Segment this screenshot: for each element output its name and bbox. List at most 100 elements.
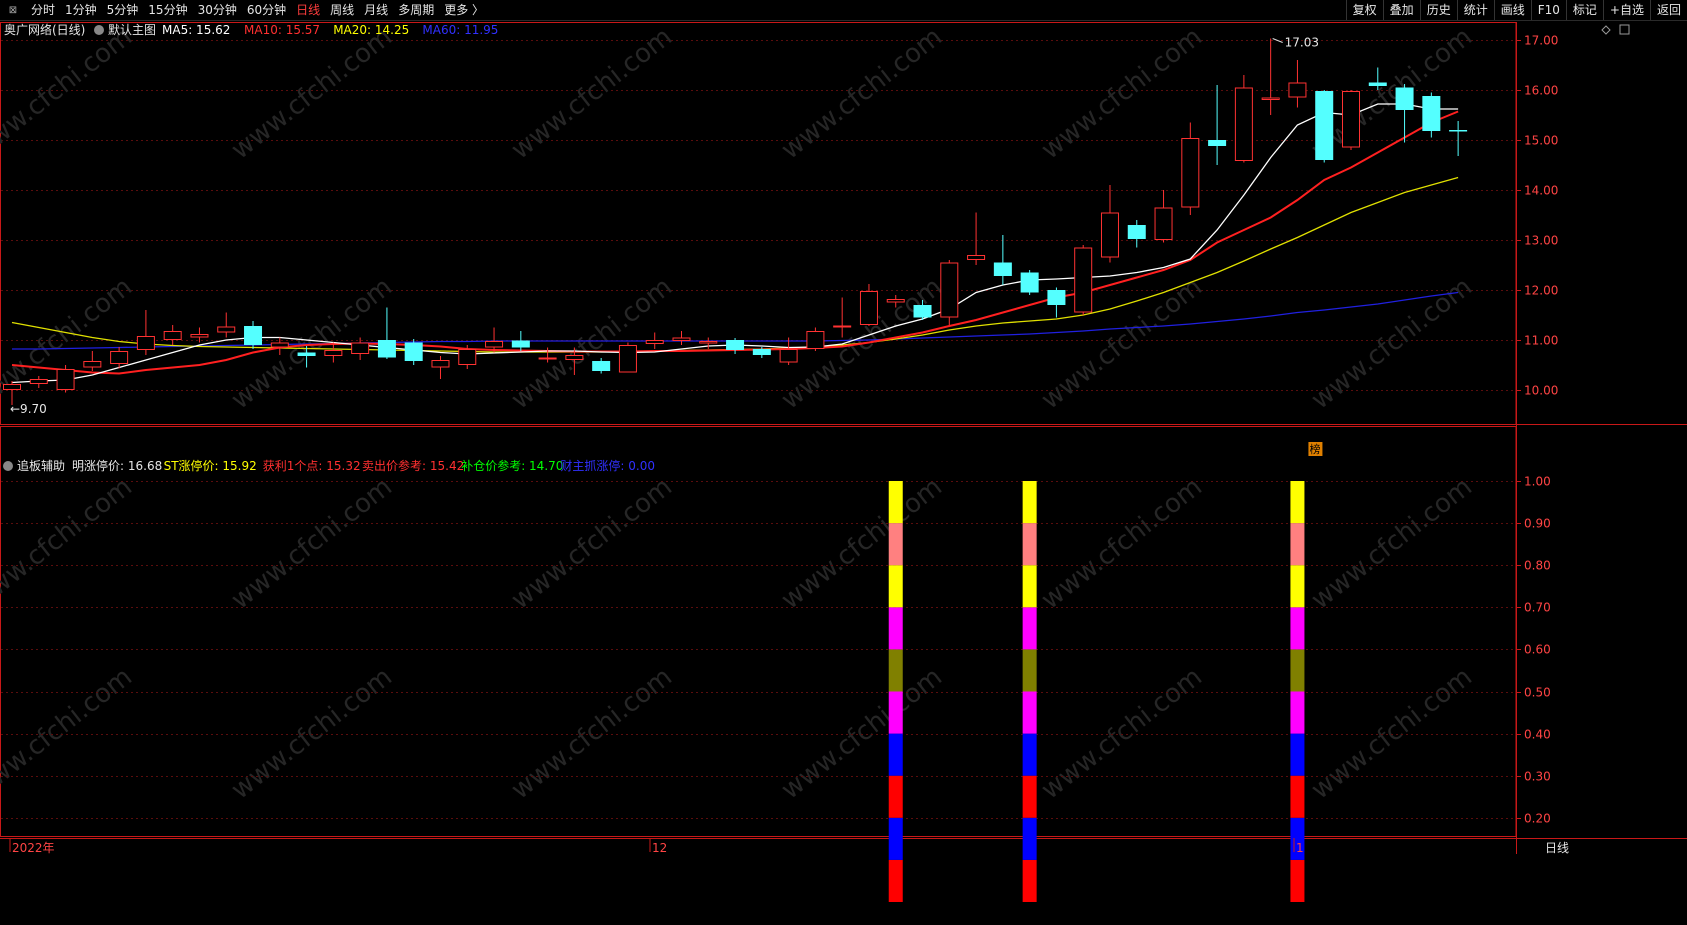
time-label-1: 12 (652, 841, 667, 855)
function-button-8[interactable]: 返回 (1649, 0, 1687, 20)
period-tab-6[interactable]: 日线 (291, 0, 325, 20)
period-tab-3[interactable]: 15分钟 (143, 0, 192, 20)
indicator-tick-label-3: 0.70 (1524, 601, 1551, 615)
watermark-6: www.cfchi.com (0, 272, 138, 416)
indicator-dropdown-icon (3, 461, 13, 471)
candle-body-4 (110, 351, 129, 364)
price-tick-label-7: 17.00 (1524, 34, 1558, 48)
candle-body-37 (993, 262, 1012, 276)
signal-bar-1-segment-4 (1022, 691, 1037, 734)
signal-bar-2-segment-6 (1290, 607, 1305, 650)
watermark-17: www.cfchi.com (1306, 472, 1478, 616)
candle-body-6 (163, 331, 182, 340)
candle-body-8 (217, 326, 236, 333)
chart-area[interactable]: 10.00 11.00 12.00 13.00 14.00 15.00 16.00 17.00… (0, 0, 1687, 925)
candle-body-2 (56, 369, 75, 390)
period-tab-1[interactable]: 1分钟 (60, 0, 102, 20)
candle-body-36 (967, 255, 986, 260)
signal-bar-0-segment-2 (888, 775, 903, 818)
watermark-20: www.cfchi.com (506, 662, 678, 806)
candle-body-41 (1100, 212, 1119, 258)
candle-body-1 (29, 379, 48, 384)
price-tick-label-5: 15.00 (1524, 134, 1558, 148)
candle-body-19 (511, 340, 530, 348)
signal-bar-1-segment-9 (1022, 481, 1037, 524)
candle-body-25 (672, 337, 691, 341)
signal-bar-2-segment-0 (1290, 859, 1305, 902)
candle-body-22 (592, 361, 611, 371)
candle-body-40 (1074, 247, 1093, 313)
watermark-14: www.cfchi.com (506, 472, 678, 616)
signal-bar-1-segment-3 (1022, 733, 1037, 776)
signal-bar-0-segment-6 (888, 607, 903, 650)
window-menu-icon[interactable]: ⊠ (4, 2, 22, 18)
function-button-5[interactable]: F10 (1530, 0, 1566, 20)
signal-bar-2-segment-5 (1290, 649, 1305, 692)
ma-legend-3: MA60: 11.95 (422, 23, 498, 37)
candle-body-24 (645, 340, 664, 344)
period-label: 日线 (1545, 841, 1569, 855)
template-dropdown-icon (94, 25, 104, 35)
function-button-4[interactable]: 画线 (1493, 0, 1531, 20)
signal-bar-2-segment-8 (1290, 523, 1305, 566)
period-tab-9[interactable]: 多周期 (393, 0, 439, 20)
signal-bar-2-segment-9 (1290, 481, 1305, 524)
period-tab-10[interactable]: 更多 〉 (439, 0, 489, 20)
indicator-name: 追板辅助 (17, 458, 65, 473)
candle-body-48 (1288, 82, 1307, 98)
candle-body-9 (244, 326, 263, 345)
indicator-frame (0, 426, 1517, 837)
watermark-21: www.cfchi.com (776, 662, 948, 806)
candle-body-21 (565, 355, 584, 360)
period-tab-7[interactable]: 周线 (325, 0, 359, 20)
candle-body-18 (485, 341, 504, 348)
time-label-2: 1 (1296, 841, 1304, 855)
watermark-15: www.cfchi.com (776, 472, 948, 616)
candle-body-51 (1368, 82, 1387, 86)
candle-body-14 (377, 340, 396, 358)
candle-body-12 (324, 350, 343, 356)
watermark-0: www.cfchi.com (0, 22, 138, 166)
rank-tag-label: 榜 (1309, 442, 1320, 456)
signal-bar-0-segment-9 (888, 481, 903, 524)
candle-body-33 (886, 299, 905, 303)
function-button-2[interactable]: 历史 (1419, 0, 1457, 20)
period-tab-5[interactable]: 60分钟 (242, 0, 291, 20)
signal-bar-2-segment-4 (1290, 691, 1305, 734)
signal-bar-0-segment-1 (888, 817, 903, 860)
period-tab-4[interactable]: 30分钟 (193, 0, 242, 20)
indicator-legend-1: ST涨停价: 15.92 (164, 458, 257, 473)
function-button-3[interactable]: 统计 (1456, 0, 1494, 20)
indicator-tick-label-7: 0.30 (1524, 770, 1551, 784)
series-line-ma20 (11, 176, 1459, 353)
indicator-tick-label-1: 0.90 (1524, 517, 1551, 531)
period-tab-2[interactable]: 5分钟 (102, 0, 144, 20)
indicator-tick-label-6: 0.40 (1524, 728, 1551, 742)
candle-body-15 (404, 342, 423, 361)
function-button-7[interactable]: +自选 (1602, 0, 1650, 20)
signal-bar-1-segment-0 (1022, 859, 1037, 902)
function-button-6[interactable]: 标记 (1565, 0, 1603, 20)
candle-body-13 (351, 342, 370, 354)
candle-body-10 (270, 342, 289, 348)
watermark-12: www.cfchi.com (0, 472, 138, 616)
function-buttons: 复权 叠加 历史 统计 画线 F10 标记 +自选 返回 (1345, 0, 1687, 20)
price-tick-label-1: 11.00 (1524, 334, 1558, 348)
candle-body-17 (458, 349, 477, 365)
signal-bar-1-segment-7 (1022, 565, 1037, 608)
candle-body-30 (806, 331, 825, 349)
candle-body-11 (297, 352, 316, 356)
signal-bar-2-segment-3 (1290, 733, 1305, 776)
price-tick-label-0: 10.00 (1524, 384, 1558, 398)
candle-body-0 (3, 384, 21, 390)
function-button-0[interactable]: 复权 (1345, 0, 1383, 20)
signal-bar-2-segment-2 (1290, 775, 1305, 818)
function-button-1[interactable]: 叠加 (1382, 0, 1420, 20)
period-tab-8[interactable]: 月线 (359, 0, 393, 20)
indicator-tick-label-5: 0.50 (1524, 686, 1551, 700)
indicator-legend-3: 卖出价参考: 15.42 (362, 458, 464, 473)
chart-canvas[interactable]: 10.0011.0012.0013.0014.0015.0016.0017.00… (0, 0, 1687, 922)
signal-bar-0-segment-8 (888, 523, 903, 566)
period-tab-0[interactable]: 分时 (26, 0, 60, 20)
price-tick-label-2: 12.00 (1524, 284, 1558, 298)
